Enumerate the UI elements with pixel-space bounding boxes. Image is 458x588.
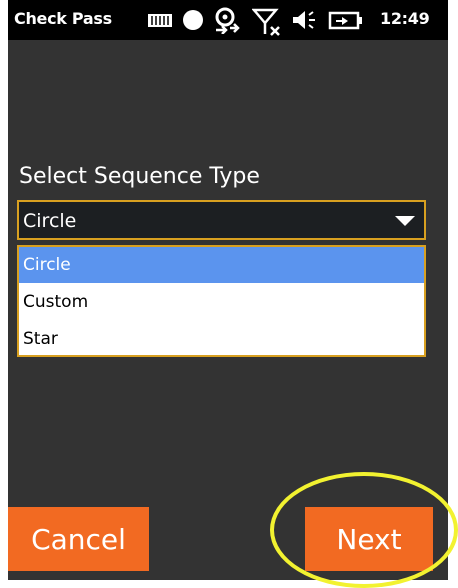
no-signal-icon[interactable] [252,6,282,36]
next-button[interactable]: Next [305,507,433,571]
cancel-button[interactable]: Cancel [8,507,149,571]
clock[interactable]: 12:49 [380,9,430,28]
chevron-down-icon[interactable] [395,216,415,226]
record-dot-icon [183,10,203,30]
speaker-icon[interactable] [290,6,320,34]
keyboard-icon[interactable] [146,6,174,34]
option-circle[interactable]: Circle [19,247,424,283]
option-custom[interactable]: Custom [19,284,424,320]
device-screen: Check Pass 12:49 Select Sequence Type Ci… [8,0,448,580]
select-sequence-label: Select Sequence Type [19,164,260,189]
sequence-type-options: Circle Custom Star [17,245,426,357]
sequence-type-select[interactable]: Circle [17,200,426,240]
select-current-value: Circle [23,210,77,232]
battery-icon[interactable] [328,6,368,34]
app-title: Check Pass [14,9,112,28]
network-sync-icon[interactable] [212,6,242,34]
status-bar: Check Pass 12:49 [8,0,448,40]
option-star[interactable]: Star [19,321,424,357]
